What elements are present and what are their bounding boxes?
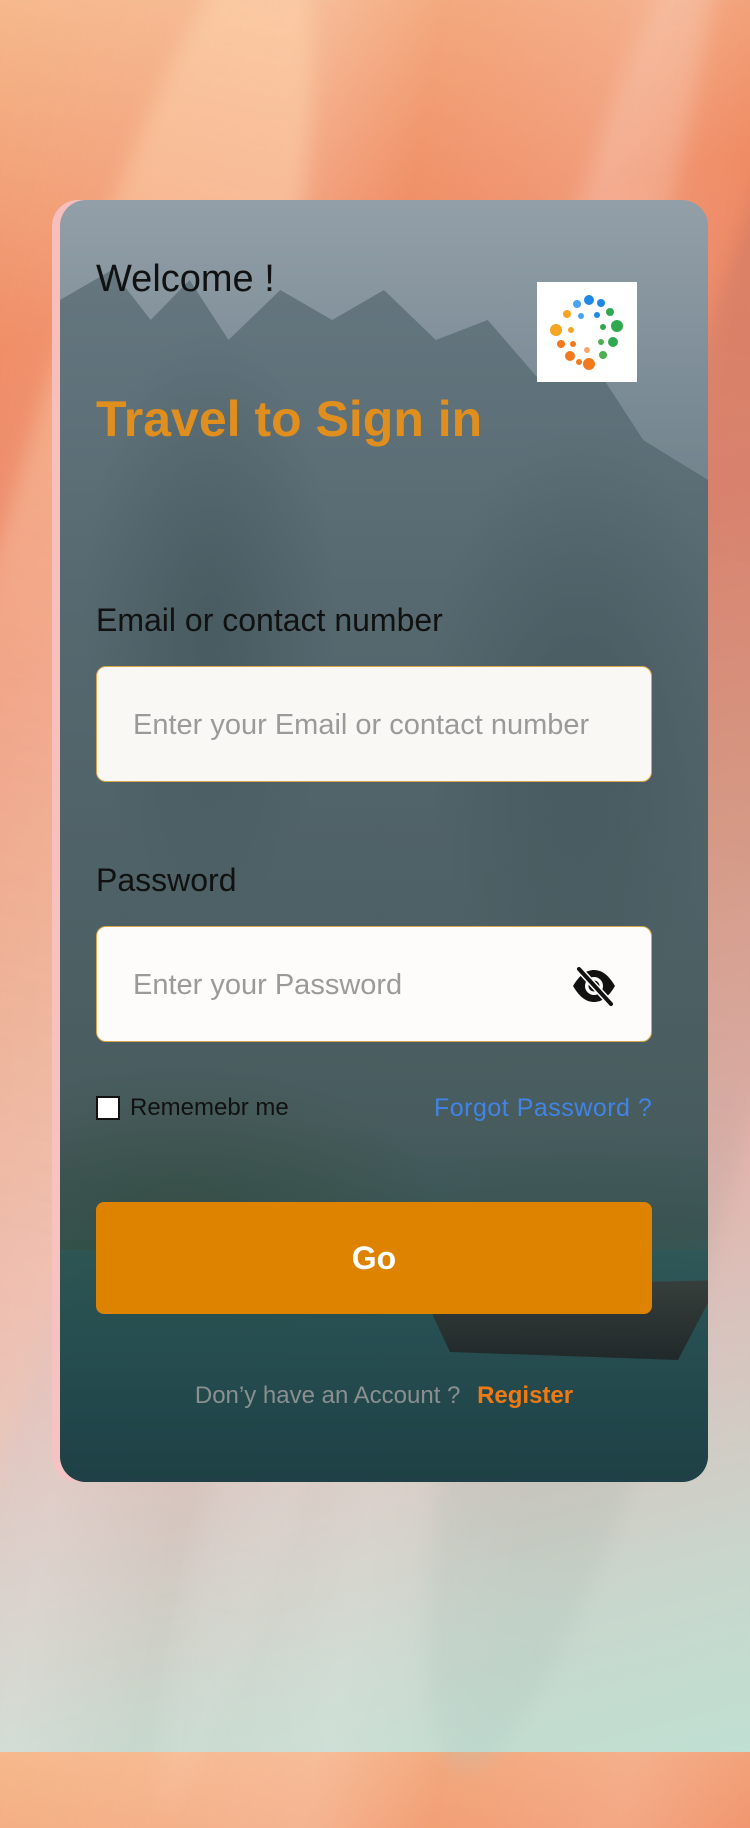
register-row: Don’y have an Account ? Register (60, 1382, 708, 1410)
forgot-password-link[interactable]: Forgot Password ? (434, 1094, 652, 1123)
logo (537, 282, 637, 382)
email-label: Email or contact number (96, 602, 443, 638)
welcome-text: Welcome ! (96, 258, 275, 300)
dotted-circle-logo-icon (550, 295, 623, 370)
password-field[interactable] (131, 927, 605, 1043)
password-label: Password (96, 862, 237, 898)
email-field-container (96, 666, 652, 783)
email-field[interactable] (131, 667, 605, 783)
remember-me-label: Rememebr me (130, 1094, 289, 1121)
password-field-container (96, 926, 652, 1043)
register-prompt: Don’y have an Account ? (194, 1382, 461, 1409)
remember-me: Rememebr me (96, 1094, 289, 1122)
login-card: Welcome ! Travel to Sign in Email or con… (60, 200, 708, 1482)
register-link[interactable]: Register (477, 1382, 573, 1409)
remember-me-checkbox[interactable] (96, 1096, 120, 1120)
go-button[interactable]: Go (96, 1202, 652, 1314)
page-title: Travel to Sign in (96, 391, 483, 447)
eye-slash-icon[interactable] (571, 965, 617, 1008)
